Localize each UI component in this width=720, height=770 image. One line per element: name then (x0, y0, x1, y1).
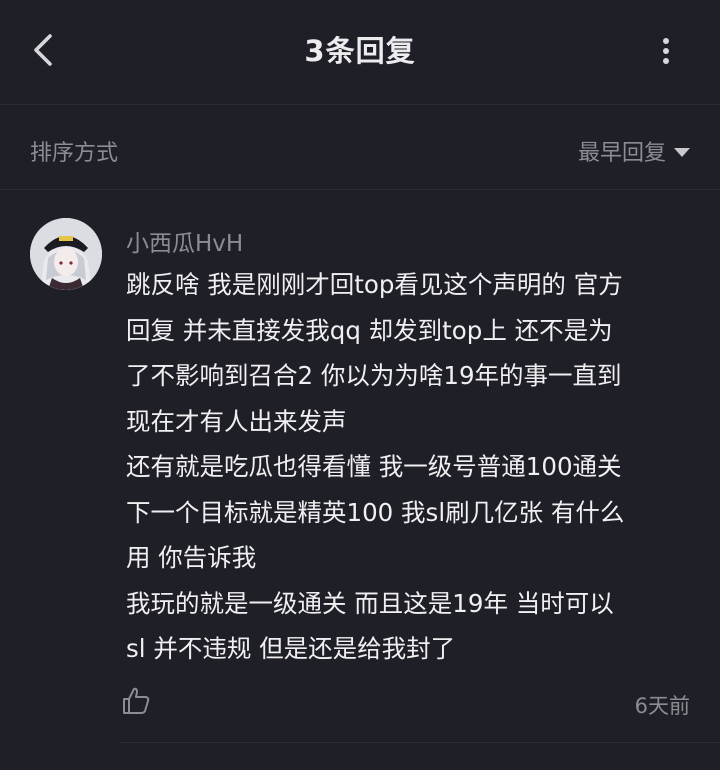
sort-dropdown[interactable]: 最早回复 (578, 135, 690, 167)
comment-line: 下一个目标就是精英100 我sl刷几亿张 有什么 (126, 497, 625, 527)
thumbs-up-icon[interactable] (120, 685, 152, 717)
comment-line: 还有就是吃瓜也得看懂 我一级号普通100通关 (126, 452, 622, 481)
page-title: 3条回复 (304, 34, 416, 68)
caret-down-icon (674, 147, 690, 157)
comment-line: 回复 并未直接发我qq 却发到top上 还不是为 (126, 315, 613, 345)
top-bar: 3条回复 (0, 0, 720, 104)
comment-time: 6天前 (634, 694, 690, 718)
avatar[interactable] (30, 218, 102, 290)
comment-line: 了不影响到召合2 你以为为啥19年的事一直到 (126, 361, 622, 390)
comment-line: 现在才有人出来发声 (126, 406, 347, 436)
comment-username[interactable]: 小西瓜HvH (126, 224, 243, 258)
comment-item: 小西瓜HvH 跳反啥 我是刚刚才回top看见这个声明的 官方 回复 并未直接发我… (0, 190, 720, 740)
comment-text: 跳反啥 我是刚刚才回top看见这个声明的 官方 回复 并未直接发我qq 却发到t… (126, 262, 700, 672)
comment-line: 用 你告诉我 (126, 543, 257, 572)
avatar-image (30, 218, 102, 290)
sort-label: 排序方式 (30, 141, 119, 166)
comment-line: 跳反啥 我是刚刚才回top看见这个声明的 官方 (126, 270, 623, 299)
sort-bar: 排序方式 最早回复 (0, 105, 720, 189)
comment-divider (120, 742, 720, 743)
more-vertical-icon[interactable] (650, 34, 682, 68)
sort-selected-value: 最早回复 (577, 141, 666, 166)
comment-line: 我玩的就是一级通关 而且这是19年 当时可以 (126, 588, 614, 618)
comment-line: sl 并不违规 但是还是给我封了 (126, 634, 456, 663)
